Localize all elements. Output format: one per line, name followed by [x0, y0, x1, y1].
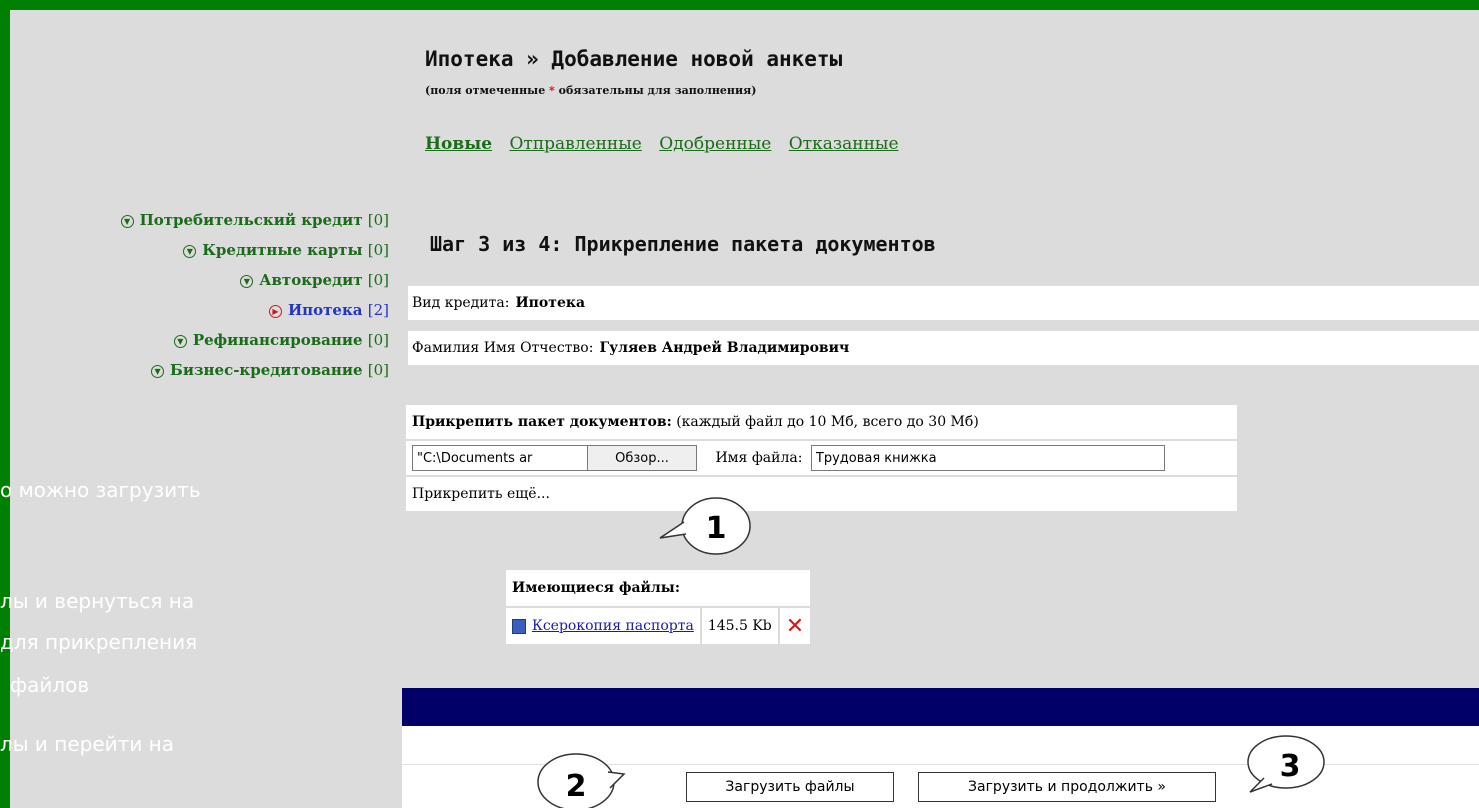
callout-3-label: 3 — [1280, 749, 1301, 784]
callout-3: 3 — [1247, 735, 1325, 793]
upload-continue-button[interactable]: Загрузить и продолжить » — [918, 772, 1216, 802]
file-row: Ксерокопия паспорта 145.5 Kb ✕ — [504, 606, 813, 646]
step-title: Шаг 3 из 4: Прикрепление пакета документ… — [430, 232, 936, 256]
navy-divider-bar — [402, 688, 1479, 726]
attach-input-cell: Обзор... Имя файла: — [404, 439, 1239, 477]
delete-icon[interactable]: ✕ — [786, 614, 804, 639]
bullet-icon: ▼ — [151, 364, 165, 378]
browse-button[interactable]: Обзор... — [587, 445, 697, 471]
file-name-label: Имя файла: — [715, 450, 803, 466]
attach-more-link[interactable]: Прикрепить ещё... — [404, 475, 1239, 513]
bullet-icon: ▼ — [240, 274, 254, 288]
background-text-4: файлов — [10, 673, 90, 697]
credit-type-row: Вид кредита: Ипотека — [408, 286, 1479, 320]
tab-new[interactable]: Новые — [425, 134, 492, 154]
status-tabs: Новые Отправленные Одобренные Отказанные — [425, 134, 911, 154]
delete-file-cell: ✕ — [777, 606, 813, 646]
upload-files-button[interactable]: Загрузить файлы — [686, 772, 894, 802]
page-title: Ипотека » Добавление новой анкеты — [425, 47, 843, 71]
tab-sent[interactable]: Отправленные — [509, 134, 641, 154]
credit-type-sidebar: ▼ Потребительский кредит [0] ▼ Кредитные к… — [120, 208, 389, 388]
arrow-right-icon: ▶ — [268, 304, 282, 318]
background-text-3: для прикрепления — [0, 630, 198, 654]
sidebar-item-consumer[interactable]: ▼ Потребительский кредит [0] — [120, 208, 389, 238]
left-green-stub — [0, 10, 10, 808]
background-text-5: лы и перейти на — [0, 732, 175, 756]
bullet-icon: ▼ — [183, 244, 197, 258]
file-path-input[interactable] — [412, 445, 588, 471]
sidebar-item-auto[interactable]: ▼ Автокредит [0] — [121, 268, 389, 298]
bullet-icon: ▼ — [120, 214, 134, 228]
callout-1-label: 1 — [706, 511, 727, 546]
background-text-2: лы и вернуться на — [0, 589, 195, 613]
existing-files-table: Имеющиеся файлы: Ксерокопия паспорта 145… — [503, 568, 813, 646]
file-link[interactable]: Ксерокопия паспорта — [532, 618, 694, 634]
attach-form: Прикрепить пакет документов: (каждый фай… — [404, 403, 1239, 513]
sidebar-item-cards[interactable]: ▼ Кредитные карты [0] — [121, 238, 389, 268]
document-icon — [512, 618, 526, 634]
required-note: (поля отмеченные * обязательны для запол… — [425, 84, 757, 97]
callout-2-label: 2 — [566, 769, 587, 804]
file-size: 145.5 Kb — [699, 606, 780, 646]
tab-approved[interactable]: Одобренные — [659, 134, 771, 154]
callout-2: 2 — [537, 753, 626, 808]
sidebar-item-refinancing[interactable]: ▼ Рефинансирование [0] — [121, 328, 389, 358]
file-name-cell: Ксерокопия паспорта — [504, 606, 702, 646]
bullet-icon: ▼ — [173, 334, 187, 348]
background-text-1: о можно загрузить — [0, 478, 201, 502]
fio-row: Фамилия Имя Отчество: Гуляев Андрей Влади… — [408, 331, 1479, 365]
callout-1: 1 — [659, 497, 751, 555]
sidebar-item-business[interactable]: ▼ Бизнес-кредитование [0] — [121, 358, 389, 388]
sidebar-item-mortgage[interactable]: ▶ Ипотека [2] — [121, 298, 389, 328]
file-name-input[interactable] — [810, 445, 1165, 471]
attach-heading-cell: Прикрепить пакет документов: (каждый фай… — [404, 403, 1239, 441]
files-heading: Имеющиеся файлы: — [503, 568, 813, 608]
tab-rejected[interactable]: Отказанные — [789, 134, 899, 154]
